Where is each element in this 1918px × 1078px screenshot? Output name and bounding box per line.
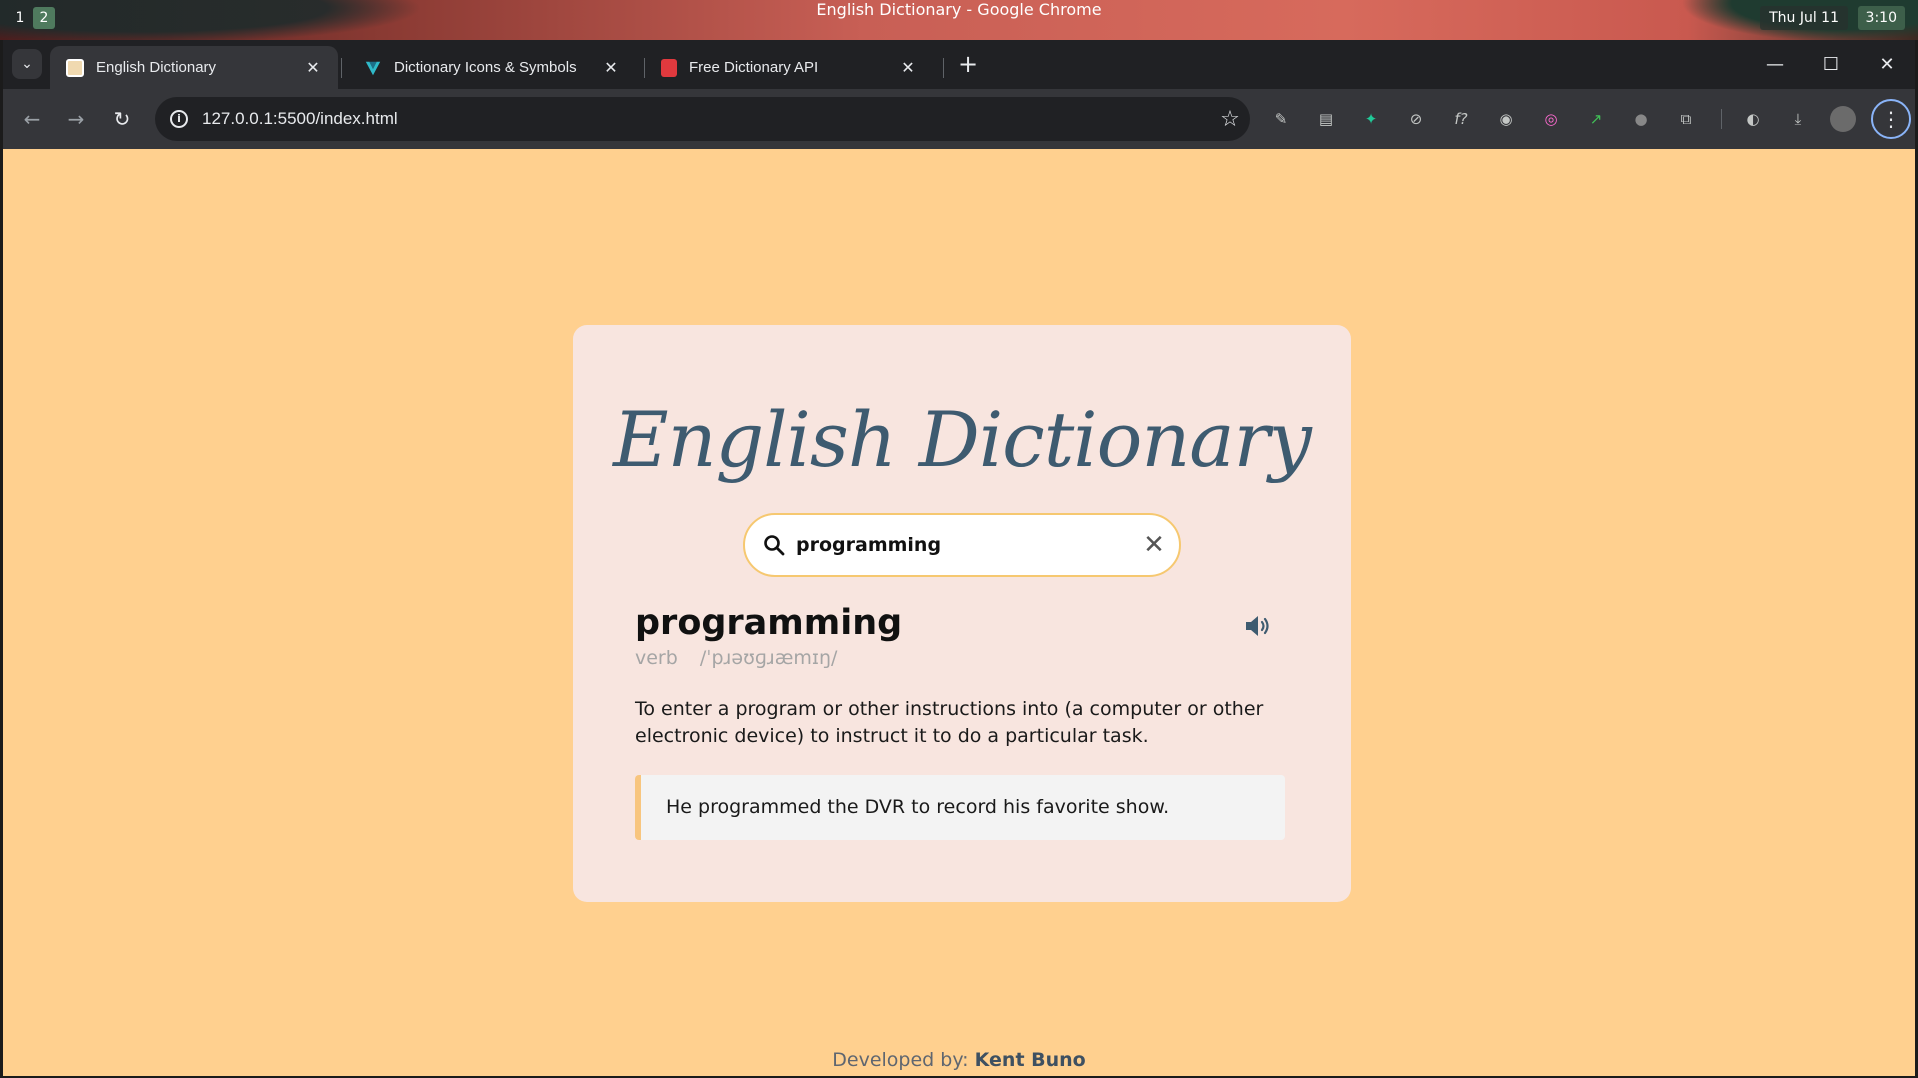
tab-free-dictionary-api[interactable]: Free Dictionary API ✕ <box>645 46 933 89</box>
pen-extension-icon[interactable]: ✎ <box>1268 106 1294 132</box>
search-icon <box>764 535 785 556</box>
result-word: programming <box>635 603 903 643</box>
tab-separator <box>341 58 342 78</box>
tab-search-button[interactable]: ⌄ <box>12 49 42 79</box>
plus-icon: + <box>957 50 979 78</box>
minimize-icon: — <box>1766 54 1784 75</box>
dictionary-card: English Dictionary programming ✕ program… <box>573 325 1351 902</box>
footer-prefix: Developed by: <box>832 1049 969 1071</box>
definition-text: To enter a program or other instructions… <box>635 698 1264 747</box>
tab-separator <box>943 58 944 78</box>
part-of-speech: verb <box>635 647 678 669</box>
arrow-left-icon: ← <box>23 107 41 131</box>
app-title: English Dictionary <box>613 395 1312 484</box>
toolbar-separator <box>1721 109 1722 129</box>
reload-button[interactable]: ↻ <box>107 104 137 134</box>
reload-icon: ↻ <box>113 107 131 131</box>
compass-extension-icon[interactable]: ⊘ <box>1403 106 1429 132</box>
search-input[interactable]: programming <box>796 534 1129 556</box>
performance-icon[interactable]: ◐ <box>1740 106 1766 132</box>
example-quote: He programmed the DVR to record his favo… <box>635 775 1285 840</box>
page-viewport: English Dictionary programming ✕ program… <box>3 149 1915 1076</box>
tab-dictionary-icons[interactable]: Dictionary Icons & Symbols ✕ <box>348 46 636 89</box>
tab-label: English Dictionary <box>96 59 217 76</box>
chart-extension-icon[interactable]: ↗ <box>1583 106 1609 132</box>
new-tab-button[interactable]: + <box>953 50 983 80</box>
page-footer: Developed by: Kent Buno <box>3 1049 1915 1071</box>
url-text[interactable]: 127.0.0.1:5500/index.html <box>202 109 1210 129</box>
back-button[interactable]: ← <box>17 104 47 134</box>
download-icon[interactable]: ⤓ <box>1785 106 1811 132</box>
bookmark-star-icon[interactable]: ☆ <box>1210 107 1250 132</box>
forward-button[interactable]: → <box>61 104 91 134</box>
more-vertical-icon: ⋮ <box>1881 107 1901 131</box>
clear-search-icon[interactable]: ✕ <box>1129 530 1179 560</box>
window-title: English Dictionary - Google Chrome <box>816 0 1102 19</box>
bookmark-favicon-icon <box>661 58 677 77</box>
desktop-topbar: 1 2 English Dictionary - Google Chrome T… <box>0 0 1918 40</box>
vuetify-logo-icon <box>365 61 381 75</box>
spy-extension-icon[interactable]: ◉ <box>1493 106 1519 132</box>
chrome-menu-button[interactable]: ⋮ <box>1871 99 1911 139</box>
palette-extension-icon[interactable]: ▤ <box>1313 106 1339 132</box>
close-icon[interactable]: ✕ <box>602 58 620 78</box>
close-icon[interactable]: ✕ <box>304 58 322 78</box>
dictionary-favicon-icon <box>66 58 84 77</box>
clock-time[interactable]: 3:10 <box>1857 6 1905 30</box>
tab-label: Free Dictionary API <box>689 59 819 76</box>
minimize-button[interactable]: — <box>1755 50 1795 80</box>
arrow-right-icon: → <box>67 107 85 131</box>
tab-strip: ⌄ English Dictionary ✕ Dictionary Icons … <box>3 40 1915 89</box>
close-window-button[interactable]: ✕ <box>1867 50 1907 80</box>
close-icon[interactable]: ✕ <box>899 58 917 78</box>
site-info-icon[interactable]: i <box>170 110 188 128</box>
ink-extension-icon[interactable]: ● <box>1628 106 1654 132</box>
word-meta: verb /ˈpɹəʊɡɹæmɪŋ/ <box>635 647 837 669</box>
search-box[interactable]: programming ✕ <box>743 513 1181 577</box>
chevron-down-icon: ⌄ <box>21 56 33 72</box>
browser-toolbar: ← → ↻ i 127.0.0.1:5500/index.html ☆ ✎ ▤ … <box>3 89 1915 149</box>
font-extension-icon[interactable]: f? <box>1448 106 1474 132</box>
extensions-puzzle-icon[interactable]: ⧉ <box>1673 106 1699 132</box>
tab-english-dictionary[interactable]: English Dictionary ✕ <box>50 46 338 89</box>
maximize-icon: ☐ <box>1822 54 1840 75</box>
clock-date[interactable]: Thu Jul 11 <box>1760 6 1848 30</box>
bird-extension-icon[interactable]: ✦ <box>1358 106 1384 132</box>
close-icon: ✕ <box>1879 54 1895 75</box>
profile-avatar-icon[interactable] <box>1830 106 1856 132</box>
footer-author: Kent Buno <box>974 1049 1086 1071</box>
speaker-icon[interactable] <box>1243 613 1273 639</box>
maximize-button[interactable]: ☐ <box>1811 50 1851 80</box>
color-picker-extension-icon[interactable]: ◎ <box>1538 106 1564 132</box>
tab-label: Dictionary Icons & Symbols <box>394 59 577 76</box>
address-bar[interactable]: i 127.0.0.1:5500/index.html ☆ <box>155 97 1250 141</box>
phonetic: /ˈpɹəʊɡɹæmɪŋ/ <box>699 647 838 669</box>
